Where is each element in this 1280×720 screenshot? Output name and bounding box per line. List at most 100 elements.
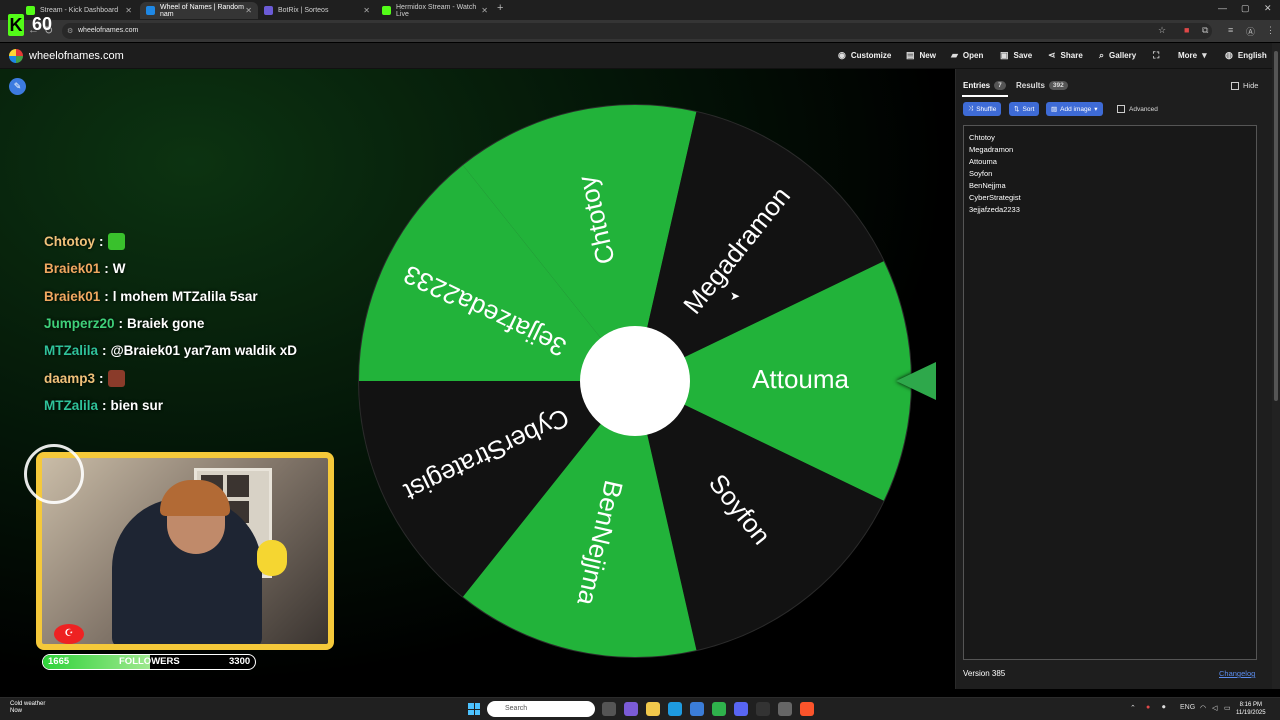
app-header: wheelofnames.com ◉ Customize ▤ New ▰ Open ▣… [0,43,1280,69]
tab-close-icon[interactable]: ✕ [125,6,132,15]
sort-button[interactable]: ⇅ Sort [1009,102,1040,116]
chat-separator: : [102,343,107,359]
battery-icon[interactable]: ▭ [1224,704,1231,712]
new-button[interactable]: ▤ New [906,50,936,61]
more-button[interactable]: More ▾ [1178,50,1207,61]
new-tab-icon[interactable]: + [497,2,503,14]
fullscreen-button[interactable]: ⛶ [1153,50,1159,61]
wheel-center-hub[interactable] [580,326,690,436]
menu-icon[interactable]: ≡ [1228,25,1233,35]
gallery-button[interactable]: ⌕ Gallery [1099,50,1136,61]
browser-tab[interactable]: BotRix | Sorteos ✕ [258,2,376,19]
chat-separator: : [104,288,109,304]
open-label: Open [962,51,984,60]
app-icon[interactable] [624,702,638,716]
image-icon: ▨ [1051,106,1058,113]
site-info-icon[interactable]: ⚙ [67,27,73,35]
save-icon: ▣ [1000,50,1009,60]
maximize-icon[interactable]: ▢ [1241,3,1250,14]
entries-textarea[interactable]: Chtotoy Megadramon Attouma Soyfon BenNejjma C… [963,125,1257,660]
profile-avatar-icon[interactable]: Ⓐ [1246,25,1255,38]
taskbar: Cold weather Now Search ⌃ ● ⏺ ENG ◠ ◁ ▭ … [0,697,1280,720]
tab-close-icon[interactable]: ✕ [245,6,252,15]
tray-app-icon[interactable]: ● [1146,704,1150,711]
advanced-toggle[interactable]: Advanced [1117,105,1158,113]
share-icon: ⋖ [1048,50,1056,60]
tab-close-icon[interactable]: ✕ [363,6,370,15]
tab-entries-label: Entries [963,81,991,90]
active-tab-indicator [962,95,1008,97]
advanced-label: Advanced [1129,105,1158,113]
chat-emote-icon [107,233,125,251]
followers-label: FOLLOWERS [119,656,180,667]
entry-line: Chtotoy [969,133,995,142]
chat-message: MTZalila : @Braiek01 yar7am waldik xD [44,337,344,364]
add-image-button[interactable]: ▨ Add image ▾ [1046,102,1103,116]
customize-button[interactable]: ◉ Customize [838,50,891,61]
entry-line: BenNejjma [969,181,1006,190]
edge-icon[interactable] [668,702,682,716]
chat-text: @Braiek01 yar7am waldik xD [110,343,298,359]
chat-message: Jumperz20 : Braiek gone [44,310,344,337]
task-view-icon[interactable] [602,702,616,716]
add-image-label: Add image [1060,105,1092,113]
name-wheel[interactable]: Chtotoy MegadramonAttoumaSoyfonBenNejjmaC… [355,101,915,661]
wheel-favicon-icon [146,6,155,15]
window-close-icon[interactable]: ✕ [1264,3,1272,14]
tray-chevron-icon[interactable]: ⌃ [1130,704,1136,712]
hide-toggle[interactable]: Hide [1231,81,1258,90]
file-explorer-icon[interactable] [646,702,660,716]
tab-close-icon[interactable]: ✕ [481,6,488,15]
wheel-pointer-icon [896,362,936,400]
minimize-icon[interactable]: — [1218,3,1227,13]
brave-icon[interactable] [800,702,814,716]
windows-start-icon[interactable] [468,703,480,715]
volume-icon[interactable]: ◁ [1212,704,1217,712]
wheel-segment-label: Attouma [752,364,849,394]
open-button[interactable]: ▰ Open [951,50,983,61]
chat-username: MTZalila [44,343,99,359]
mic-icon[interactable]: ⏺ [1162,704,1166,712]
brand[interactable]: wheelofnames.com [9,49,124,63]
page-scrollbar[interactable] [1272,43,1280,689]
clock[interactable]: 8:16 PM 11/19/2025 [1236,701,1266,717]
hide-checkbox[interactable] [1231,81,1239,90]
url-field[interactable]: wheelofnames.com [62,23,1212,39]
language-label: English [1237,51,1267,60]
entry-line: Attouma [969,157,997,166]
bookmark-star-icon[interactable]: ☆ [1158,25,1166,36]
language-button[interactable]: ◍ English [1225,50,1267,61]
tab-entries[interactable]: Entries 7 [963,81,1006,90]
entry-line: 3ejjafzeda2233 [969,205,1020,214]
store-icon[interactable] [690,702,704,716]
kebab-menu-icon[interactable]: ⋮ [1266,25,1275,36]
weather-widget[interactable]: Cold weather Now [10,701,45,715]
chat-message: Chtotoy : [44,228,344,255]
chrome-icon[interactable] [712,702,726,716]
followers-current: 1665 [48,656,70,667]
chat-separator: : [99,370,104,386]
share-button[interactable]: ⋖ Share [1048,50,1083,61]
chat-text: W [112,261,126,277]
advanced-checkbox[interactable] [1117,105,1125,113]
obs-icon[interactable] [756,702,770,716]
caret-down-icon: ▾ [1202,50,1207,60]
extensions-puzzle-icon[interactable]: ⧉ [1202,25,1208,36]
tab-results[interactable]: Results 392 [1016,81,1068,90]
chat-username: Chtotoy [44,234,95,250]
extension-icon[interactable]: ■ [1184,25,1189,35]
wifi-icon[interactable]: ◠ [1200,704,1206,712]
browser-tab-active[interactable]: Wheel of Names | Random nam ✕ [140,2,258,19]
chat-message: Braiek01 : W [44,255,344,282]
discord-icon[interactable] [734,702,748,716]
edit-pencil-icon[interactable]: ✎ [9,78,26,95]
sort-label: Sort [1022,105,1035,113]
changelog-link[interactable]: Changelog [1219,669,1255,678]
language-indicator[interactable]: ENG [1180,704,1195,711]
shuffle-button[interactable]: ⤨ Shuffle [963,102,1002,116]
browser-tab[interactable]: Hermidox Stream - Watch Live ✕ [376,2,494,19]
new-file-icon: ▤ [906,50,915,60]
app-icon[interactable] [778,702,792,716]
save-button[interactable]: ▣ Save [1000,50,1032,61]
taskbar-search[interactable]: Search [487,701,595,717]
